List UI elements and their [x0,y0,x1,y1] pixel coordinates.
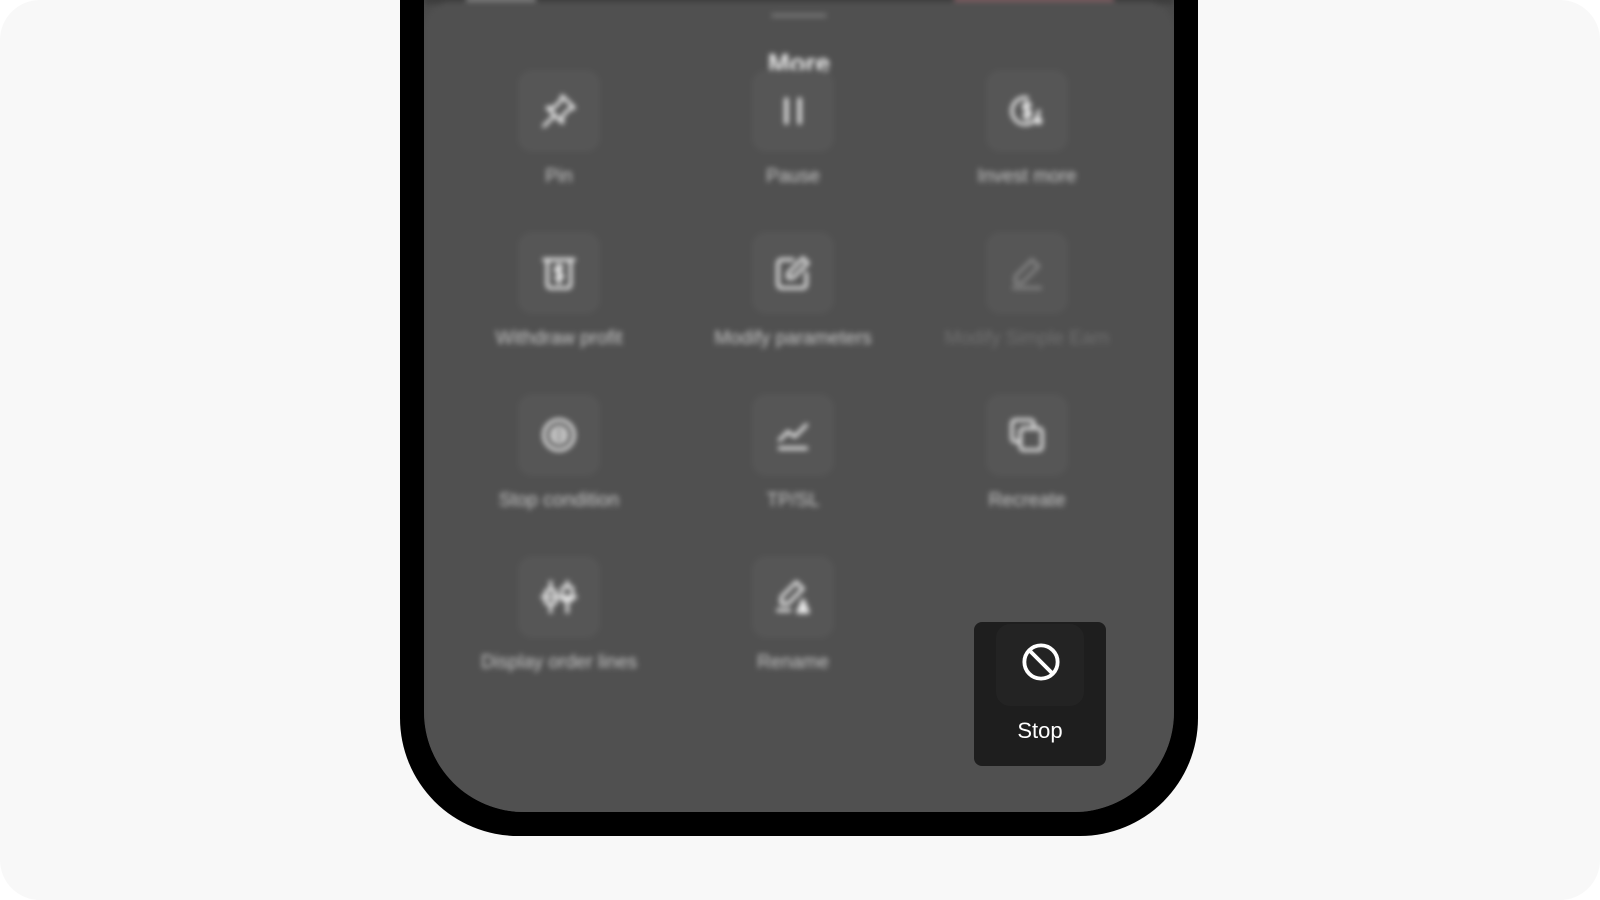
action-tile[interactable] [752,232,834,314]
action-tile[interactable] [752,394,834,476]
action-rename[interactable]: Rename [678,556,908,706]
rename-icon [776,580,810,614]
chart-line-icon [778,423,808,450]
candlestick-icon [540,580,578,614]
invest-more-icon [1010,95,1043,126]
action-label: TP/SL [766,490,820,511]
page-canvas: More Pin Pause Invest more Withdraw prof… [0,0,1600,900]
action-label: Rename [757,652,829,673]
action-stop-condition[interactable]: Stop condition [444,394,674,544]
action-pause[interactable]: Pause [678,70,908,220]
prohibited-icon [1022,643,1060,681]
action-tile[interactable] [986,70,1068,152]
action-modify-simple-earn: Modify Simple Earn [912,232,1142,382]
action-modify-parameters[interactable]: Modify parameters [678,232,908,382]
pencil-icon [1012,258,1042,290]
action-tile[interactable] [518,556,600,638]
action-withdraw-profit[interactable]: Withdraw profit [444,232,674,382]
action-tile [986,232,1068,314]
action-tile[interactable] [518,70,600,152]
sheet-grabber[interactable] [771,13,827,18]
action-tp-sl[interactable]: TP/SL [678,394,908,544]
action-label: Modify parameters [714,328,872,349]
action-label: Stop [1017,718,1063,743]
stop-condition-icon [542,418,576,452]
action-tile[interactable] [752,556,834,638]
action-display-order-lines[interactable]: Display order lines [444,556,674,706]
action-recreate[interactable]: Recreate [912,394,1142,544]
action-pin[interactable]: Pin [444,70,674,220]
action-label: Modify Simple Earn [944,328,1110,349]
action-label: Stop condition [498,490,620,511]
action-tile[interactable] [986,394,1068,476]
action-label: Pause [766,166,820,187]
action-tile[interactable] [518,394,600,476]
withdraw-profit-icon [542,258,576,290]
pause-icon [784,97,802,125]
action-label: Invest more [977,166,1077,187]
action-label: Recreate [988,490,1066,511]
action-label: Display order lines [480,652,638,673]
pin-icon [542,94,576,128]
action-invest-more[interactable]: Invest more [912,70,1142,220]
action-label: Pin [545,166,573,187]
copy-icon [1010,418,1044,452]
edit-icon [776,256,810,290]
action-tile[interactable] [996,624,1084,706]
action-label: Withdraw profit [495,328,623,349]
action-tile[interactable] [518,232,600,314]
action-stop[interactable]: Stop [974,622,1106,766]
action-tile[interactable] [752,70,834,152]
